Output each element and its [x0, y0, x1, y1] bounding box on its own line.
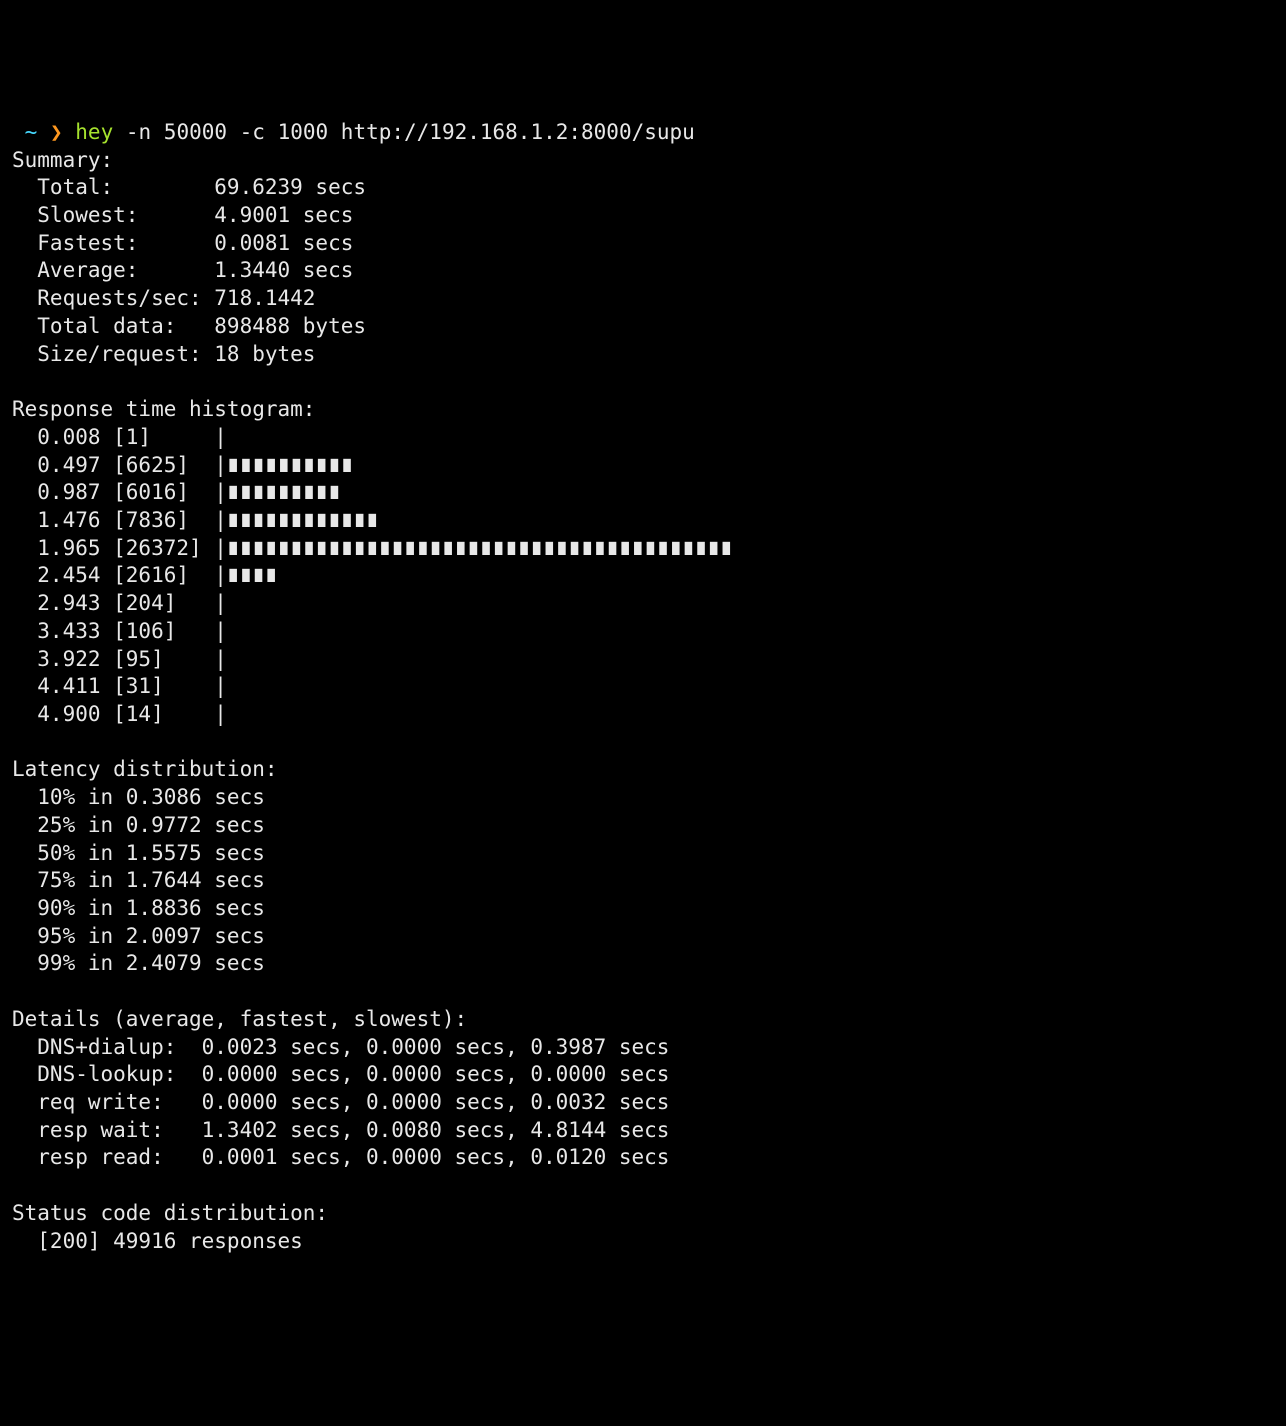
- terminal-output: ~ ❯ hey -n 50000 -c 1000 http://192.168.…: [12, 119, 1274, 1255]
